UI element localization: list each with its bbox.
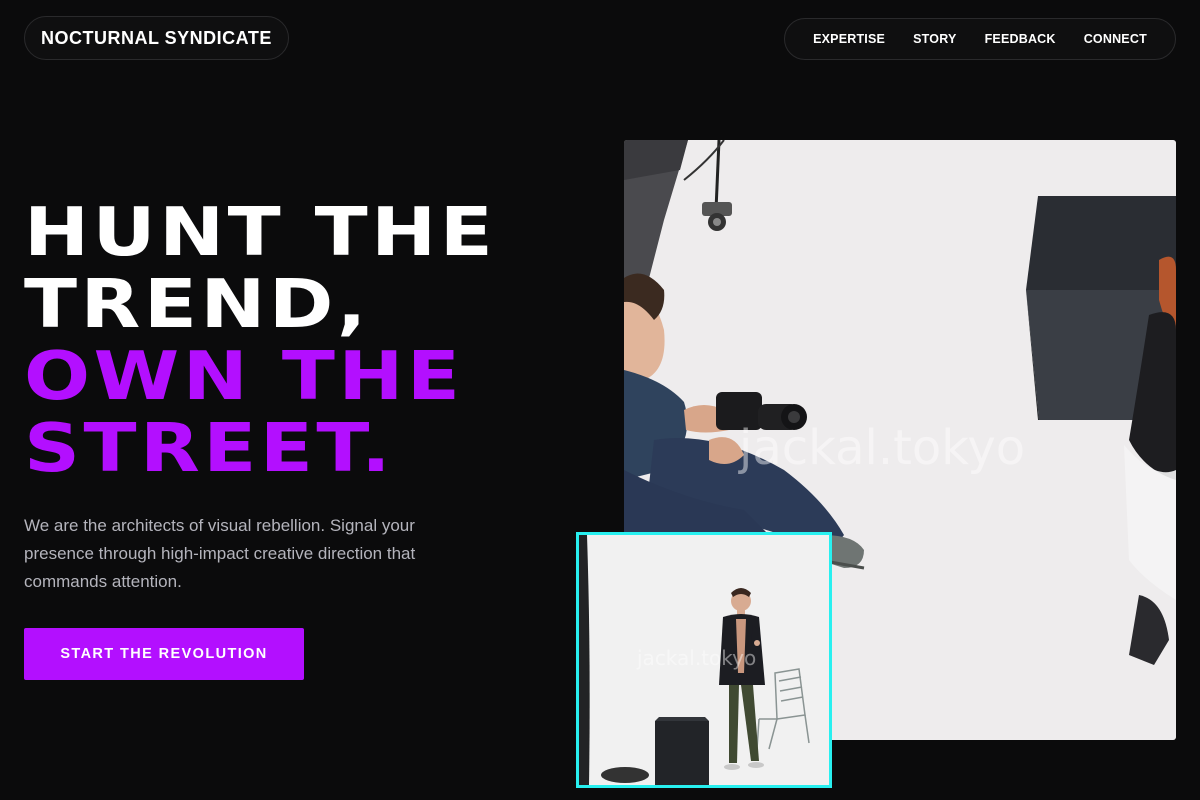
nav-link-story[interactable]: STORY [913,32,956,46]
inset-photo: jackal.tokyo [576,532,832,788]
hero-headline: HUNT THE TREND, OWN THE STREET. [24,196,496,484]
brand-logo[interactable]: NOCTURNAL SYNDICATE [24,16,289,60]
main-nav: EXPERTISE STORY FEEDBACK CONNECT [784,18,1176,60]
headline-line-4: STREET. [24,409,395,487]
nav-link-feedback[interactable]: FEEDBACK [985,32,1056,46]
headline-line-3: OWN THE [24,337,464,415]
nav-link-connect[interactable]: CONNECT [1084,32,1147,46]
model-studio-image: jackal.tokyo [579,535,829,785]
start-revolution-button[interactable]: START THE REVOLUTION [24,628,304,680]
svg-text:jackal.tokyo: jackal.tokyo [738,420,1025,476]
headline-line-1: HUNT THE [24,193,497,271]
headline-line-2: TREND, [24,265,370,343]
hero-description: We are the architects of visual rebellio… [24,516,416,591]
brand-name: NOCTURNAL SYNDICATE [41,27,272,48]
nav-link-expertise[interactable]: EXPERTISE [813,32,885,46]
page: NOCTURNAL SYNDICATE EXPERTISE STORY FEED… [0,0,1200,800]
svg-text:jackal.tokyo: jackal.tokyo [636,646,756,670]
